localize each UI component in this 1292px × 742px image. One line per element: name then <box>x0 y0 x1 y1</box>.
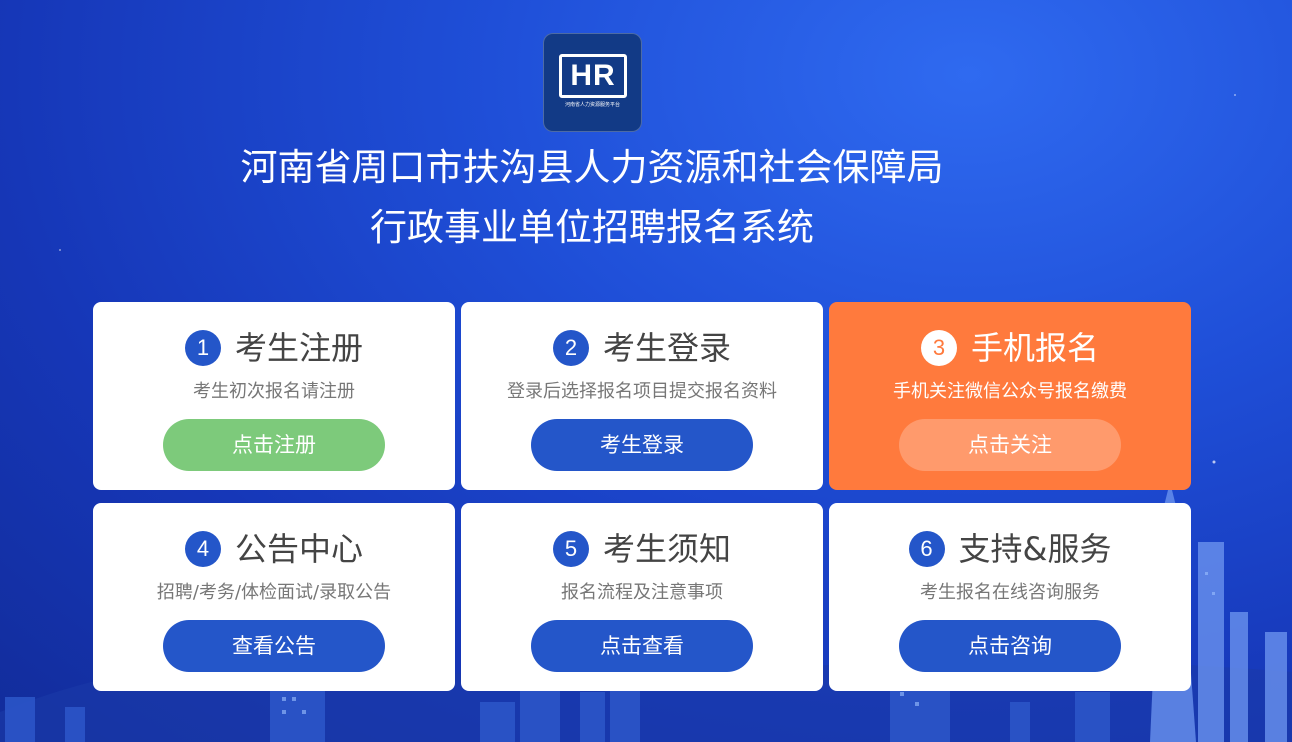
card-login: 2 考生登录 登录后选择报名项目提交报名资料 考生登录 <box>461 302 823 490</box>
card-title: 支持&服务 <box>958 530 1112 568</box>
card-description: 考生报名在线咨询服务 <box>920 582 1100 603</box>
step-number-badge: 2 <box>552 330 589 366</box>
card-description: 招聘/考务/体检面试/录取公告 <box>156 582 392 603</box>
step-number-badge: 3 <box>920 330 957 366</box>
follow-button[interactable]: 点击关注 <box>899 419 1121 471</box>
card-title: 考生须知 <box>602 530 731 568</box>
card-support: 6 支持&服务 考生报名在线咨询服务 点击咨询 <box>829 503 1191 691</box>
page-title-line1: 河南省周口市扶沟县人力资源和社会保障局 <box>240 146 944 189</box>
register-button[interactable]: 点击注册 <box>163 419 385 471</box>
card-title: 考生登录 <box>602 329 731 367</box>
card-mobile-signup: 3 手机报名 手机关注微信公众号报名缴费 点击关注 <box>829 302 1191 490</box>
card-description: 考生初次报名请注册 <box>193 381 355 402</box>
card-description: 手机关注微信公众号报名缴费 <box>893 381 1127 402</box>
page-title-line2: 行政事业单位招聘报名系统 <box>370 206 814 249</box>
step-number-badge: 6 <box>908 531 945 567</box>
view-notice-button[interactable]: 点击查看 <box>531 620 753 672</box>
consult-button[interactable]: 点击咨询 <box>899 620 1121 672</box>
card-title: 手机报名 <box>970 329 1099 367</box>
login-button[interactable]: 考生登录 <box>531 419 753 471</box>
step-number-badge: 4 <box>184 531 221 567</box>
view-announcements-button[interactable]: 查看公告 <box>163 620 385 672</box>
step-number-badge: 5 <box>552 531 589 567</box>
hr-logo-mark: HR <box>559 54 627 98</box>
card-description: 报名流程及注意事项 <box>561 582 723 603</box>
hr-logo-subtitle: 河南省人力资源服务平台 <box>565 102 621 108</box>
card-candidate-notice: 5 考生须知 报名流程及注意事项 点击查看 <box>461 503 823 691</box>
card-description: 登录后选择报名项目提交报名资料 <box>507 381 777 402</box>
step-number-badge: 1 <box>184 330 221 366</box>
card-title: 考生注册 <box>234 329 363 367</box>
card-register: 1 考生注册 考生初次报名请注册 点击注册 <box>93 302 455 490</box>
card-title: 公告中心 <box>234 530 363 568</box>
card-announcements: 4 公告中心 招聘/考务/体检面试/录取公告 查看公告 <box>93 503 455 691</box>
hr-logo: HR 河南省人力资源服务平台 <box>543 33 642 132</box>
